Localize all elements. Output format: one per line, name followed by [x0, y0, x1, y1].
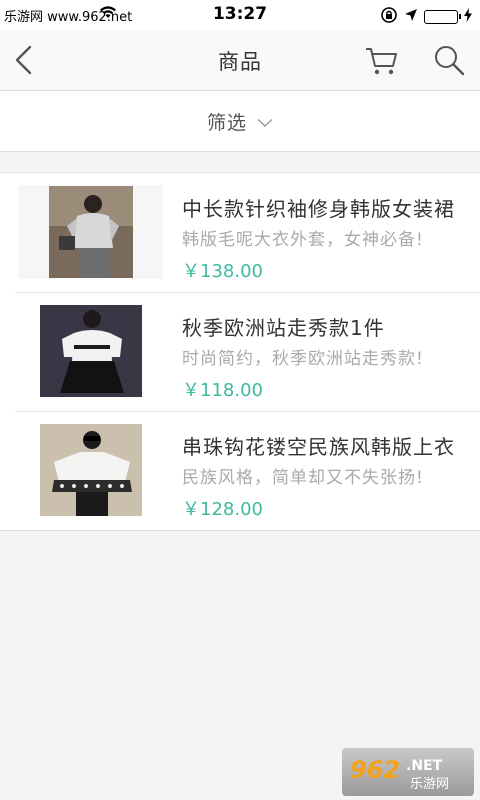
charging-icon — [464, 8, 472, 26]
product-subtitle: 韩版毛呢大衣外套，女神必备! — [182, 230, 424, 250]
product-title: 秋季欧洲站走秀款1件 — [182, 316, 385, 340]
product-price: ￥118.00 — [182, 380, 263, 401]
status-indicators — [380, 6, 472, 28]
product-item[interactable]: 串珠钩花镂空民族风韩版上衣 民族风格，简单却又不失张扬! ￥128.00 — [0, 411, 480, 530]
product-item[interactable]: 秋季欧洲站走秀款1件 时尚简约，秋季欧洲站走秀款! ￥118.00 — [0, 292, 480, 411]
product-subtitle: 民族风格，简单却又不失张扬! — [182, 468, 424, 488]
status-bar: 乐游网 www.962.net 13:27 — [0, 0, 480, 30]
svg-text:962: 962 — [350, 756, 400, 784]
filter-label: 筛选 — [206, 111, 247, 134]
product-title: 中长款针织袖修身韩版女装裙 — [182, 197, 455, 221]
watermark-logo: 962 .NET 乐游网 — [342, 748, 474, 796]
product-title: 串珠钩花镂空民族风韩版上衣 — [182, 435, 455, 459]
product-price: ￥128.00 — [182, 499, 263, 520]
svg-text:乐游网: 乐游网 — [410, 777, 449, 792]
svg-text:.NET: .NET — [406, 758, 443, 774]
filter-button[interactable]: 筛选 — [0, 91, 480, 152]
search-icon[interactable] — [430, 42, 468, 78]
location-icon — [404, 8, 418, 26]
page-title: 商品 — [218, 50, 262, 74]
product-image — [18, 423, 163, 517]
chevron-down-icon — [257, 113, 273, 132]
orientation-lock-icon — [380, 6, 398, 28]
product-image — [18, 185, 163, 279]
product-price: ￥138.00 — [182, 261, 263, 282]
navigation-bar: 商品 — [0, 30, 480, 91]
product-item[interactable]: 中长款针织袖修身韩版女装裙 韩版毛呢大衣外套，女神必备! ￥138.00 — [0, 173, 480, 292]
product-list: 中长款针织袖修身韩版女装裙 韩版毛呢大衣外套，女神必备! ￥138.00 秋季欧… — [0, 172, 480, 531]
cart-icon[interactable] — [362, 42, 400, 78]
product-image — [18, 304, 163, 398]
product-subtitle: 时尚简约，秋季欧洲站走秀款! — [182, 349, 424, 369]
battery-icon — [424, 10, 461, 24]
